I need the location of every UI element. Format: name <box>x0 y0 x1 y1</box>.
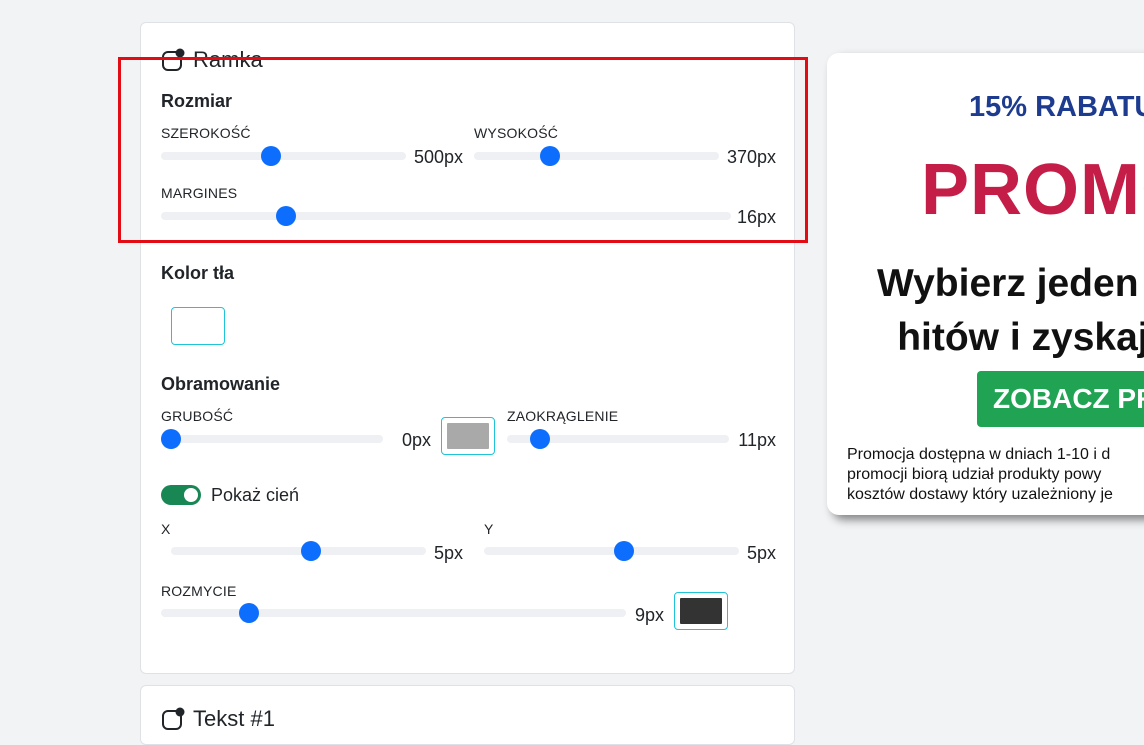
preview-cta-button[interactable]: ZOBACZ PROMO <box>977 371 1144 427</box>
border-color-fill <box>447 423 489 449</box>
shadow-x-value: 5px <box>433 543 463 563</box>
shadow-x-slider-thumb[interactable] <box>301 541 322 561</box>
highlight-box <box>118 57 808 243</box>
border-width-slider[interactable] <box>161 429 383 449</box>
shadow-blur-slider[interactable] <box>161 603 626 623</box>
shadow-x-label: X <box>161 521 171 537</box>
border-width-slider-thumb[interactable] <box>161 429 181 449</box>
border-radius-value: 11px <box>738 430 776 450</box>
preview-fine-line3: kosztów dostawy który uzależniony je <box>847 486 1113 503</box>
shadow-blur-label: ROZMYCIE <box>161 583 237 599</box>
preview-fine-line2: promocji biorą udział produkty powy <box>847 466 1102 483</box>
shadow-y-value: 5px <box>746 543 776 563</box>
border-color-picker[interactable] <box>441 417 495 455</box>
shadow-toggle[interactable] <box>161 485 201 505</box>
shadow-x-slider[interactable] <box>171 541 426 561</box>
preview-discount-text: 15% RABATU <box>969 91 1144 123</box>
preview-headline-line1: Wybierz jeden z <box>877 262 1144 305</box>
preview-headline-line2: hitów i zyskaj <box>897 316 1144 359</box>
section-title-background-color: Kolor tła <box>161 263 235 283</box>
preview-fine-print: Promocja dostępna w dniach 1-10 i d prom… <box>847 445 1113 505</box>
preview-promo-heading: PROMO <box>921 150 1144 230</box>
shadow-color-picker[interactable] <box>674 592 728 630</box>
border-width-label: GRUBOŚĆ <box>161 408 234 424</box>
border-radius-label: ZAOKRĄGLENIE <box>507 408 619 424</box>
shadow-toggle-label: Pokaż cień <box>211 485 300 505</box>
shadow-color-fill <box>680 598 722 624</box>
preview-fine-line1: Promocja dostępna w dniach 1-10 i d <box>847 446 1111 463</box>
shadow-y-slider-thumb[interactable] <box>614 541 635 561</box>
section-title-border: Obramowanie <box>161 374 281 394</box>
shadow-blur-value: 9px <box>634 605 664 625</box>
text-icon <box>162 707 185 730</box>
border-width-value: 0px <box>401 430 431 450</box>
border-radius-slider-thumb[interactable] <box>530 429 551 449</box>
preview-headline: Wybierz jeden z hitów i zyskaj <box>877 257 1144 365</box>
shadow-y-slider[interactable] <box>484 541 739 561</box>
shadow-blur-slider-thumb[interactable] <box>239 603 260 623</box>
panel-title-text: Tekst #1 <box>193 706 275 731</box>
shadow-toggle-knob <box>184 488 198 502</box>
text-settings-panel: Tekst #1 <box>140 685 795 745</box>
border-radius-slider[interactable] <box>507 429 729 449</box>
shadow-y-label: Y <box>484 521 494 537</box>
background-color-picker[interactable] <box>171 307 225 345</box>
panel-title-tekst[interactable]: Tekst #1 <box>161 706 275 732</box>
preview-card: 15% RABATU PROMO Wybierz jeden z hitów i… <box>827 53 1144 515</box>
